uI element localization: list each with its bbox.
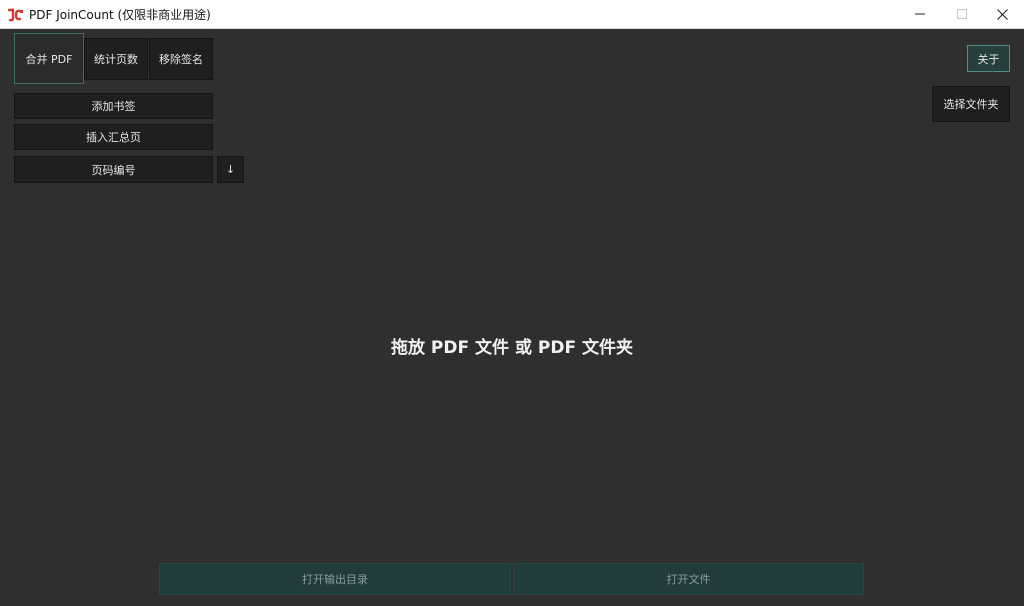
about-button[interactable]: 关于 xyxy=(967,45,1010,72)
maximize-button[interactable] xyxy=(940,0,984,28)
maximize-icon xyxy=(957,9,967,19)
tab-merge-pdf[interactable]: 合并 PDF xyxy=(14,33,84,84)
choose-folder-button[interactable]: 选择文件夹 xyxy=(932,86,1010,122)
insert-summary-page-button[interactable]: 插入汇总页 xyxy=(14,124,213,150)
minimize-button[interactable] xyxy=(898,0,942,28)
add-bookmarks-button[interactable]: 添加书签 xyxy=(14,93,213,119)
title-bar[interactable]: PDF JoinCount (仅限非商业用途) xyxy=(0,0,1024,29)
app-logo-icon xyxy=(7,7,24,22)
close-icon xyxy=(996,8,1008,20)
close-button[interactable] xyxy=(980,0,1024,28)
tab-remove-signature[interactable]: 移除签名 xyxy=(149,38,213,80)
page-numbering-dropdown-button[interactable]: ↓ xyxy=(217,156,244,183)
minimize-icon xyxy=(915,13,925,15)
open-output-dir-button[interactable]: 打开输出目录 xyxy=(159,563,511,595)
app-window: PDF JoinCount (仅限非商业用途) 合并 PDF 统计页数 移除签名… xyxy=(0,0,1024,606)
open-file-button[interactable]: 打开文件 xyxy=(513,563,864,595)
tab-count-pages[interactable]: 统计页数 xyxy=(84,38,148,80)
page-numbering-button[interactable]: 页码编号 xyxy=(14,156,213,183)
main-panel[interactable]: 合并 PDF 统计页数 移除签名 添加书签 插入汇总页 页码编号 ↓ 关于 选择… xyxy=(0,29,1024,606)
window-title: PDF JoinCount (仅限非商业用途) xyxy=(29,8,211,22)
drop-zone-hint: 拖放 PDF 文件 或 PDF 文件夹 xyxy=(391,338,633,358)
